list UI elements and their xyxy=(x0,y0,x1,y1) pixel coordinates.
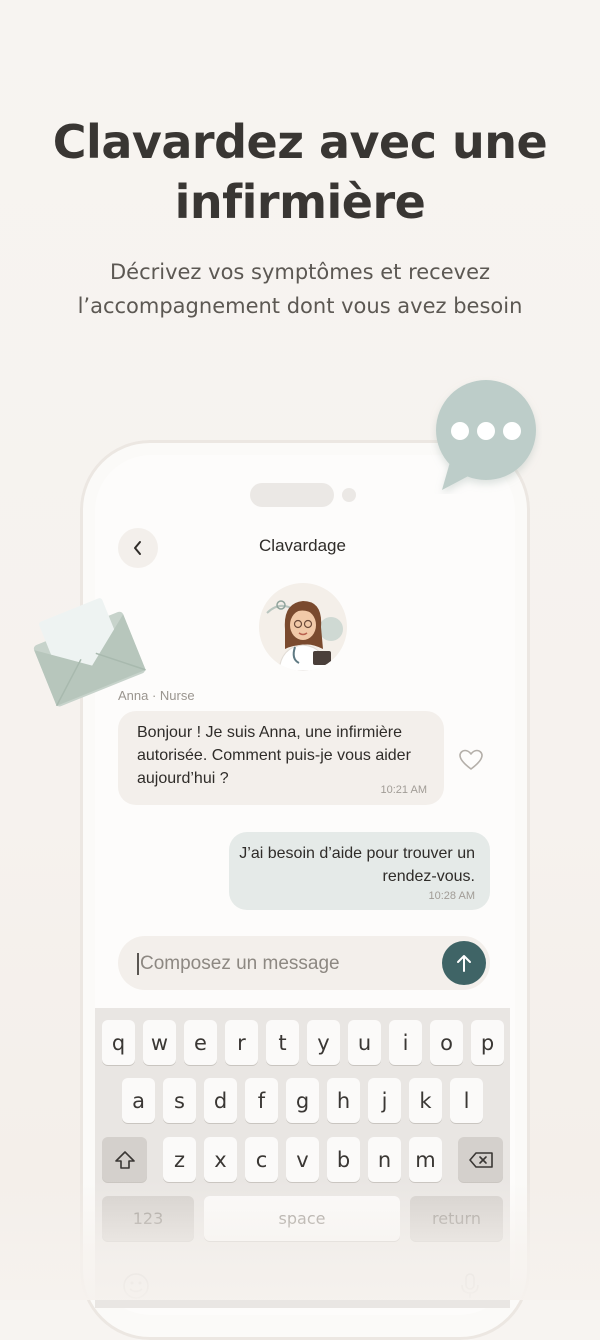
dynamic-island xyxy=(250,483,334,507)
backspace-key[interactable] xyxy=(458,1137,503,1182)
numbers-key[interactable]: 123 xyxy=(102,1196,194,1241)
headline-line-2: infirmière xyxy=(174,175,426,229)
key-c[interactable]: c xyxy=(245,1137,278,1182)
key-y[interactable]: y xyxy=(307,1020,340,1065)
key-j[interactable]: j xyxy=(368,1078,401,1123)
key-r[interactable]: r xyxy=(225,1020,258,1065)
key-x[interactable]: x xyxy=(204,1137,237,1182)
key-d[interactable]: d xyxy=(204,1078,237,1123)
incoming-message: Bonjour ! Je suis Anna, une infirmière a… xyxy=(118,711,444,805)
return-key[interactable]: return xyxy=(410,1196,503,1241)
message-composer xyxy=(118,936,490,990)
subheadline-line-1: Décrivez vos symptômes et recevez xyxy=(109,260,491,284)
keyboard: q w e r t y u i o p a s d f g h j k l z … xyxy=(95,1008,510,1308)
incoming-message-time: 10:21 AM xyxy=(380,784,427,796)
outgoing-message-time: 10:28 AM xyxy=(428,890,475,902)
key-t[interactable]: t xyxy=(266,1020,299,1065)
key-w[interactable]: w xyxy=(143,1020,176,1065)
nurse-avatar xyxy=(259,583,347,671)
like-button[interactable] xyxy=(458,748,484,772)
chat-title: Clavardage xyxy=(259,536,346,555)
outgoing-message-text: J’ai besoin d’aide pour trouver un rende… xyxy=(239,845,475,885)
envelope-decoration-icon xyxy=(33,598,146,707)
chevron-left-icon xyxy=(134,541,141,555)
shift-icon xyxy=(114,1150,135,1169)
key-o[interactable]: o xyxy=(430,1020,463,1065)
message-input[interactable] xyxy=(138,948,442,980)
key-m[interactable]: m xyxy=(409,1137,442,1182)
headline-line-1: Clavardez avec une xyxy=(52,115,548,169)
space-key[interactable]: space xyxy=(204,1196,400,1241)
key-a[interactable]: a xyxy=(122,1078,155,1123)
incoming-message-text: Bonjour ! Je suis Anna, une infirmière a… xyxy=(137,724,411,787)
backspace-icon xyxy=(468,1151,493,1168)
camera-dot xyxy=(342,488,356,502)
arrow-up-icon xyxy=(457,955,471,972)
heart-icon xyxy=(459,749,483,770)
outgoing-message: J’ai besoin d’aide pour trouver un rende… xyxy=(229,832,490,910)
subheadline: Décrivez vos symptômes et recevez l’acco… xyxy=(0,255,600,323)
key-g[interactable]: g xyxy=(286,1078,319,1123)
microphone-icon[interactable] xyxy=(460,1272,480,1300)
subheadline-line-2: l’accompagnement dont vous avez besoin xyxy=(77,294,523,318)
key-i[interactable]: i xyxy=(389,1020,422,1065)
key-k[interactable]: k xyxy=(409,1078,442,1123)
key-h[interactable]: h xyxy=(327,1078,360,1123)
key-l[interactable]: l xyxy=(450,1078,483,1123)
key-u[interactable]: u xyxy=(348,1020,381,1065)
key-q[interactable]: q xyxy=(102,1020,135,1065)
key-v[interactable]: v xyxy=(286,1137,319,1182)
key-f[interactable]: f xyxy=(245,1078,278,1123)
speech-bubble-decoration-icon xyxy=(436,380,536,490)
nurse-illustration xyxy=(259,583,347,671)
emoji-icon[interactable] xyxy=(122,1272,150,1300)
key-s[interactable]: s xyxy=(163,1078,196,1123)
key-b[interactable]: b xyxy=(327,1137,360,1182)
key-e[interactable]: e xyxy=(184,1020,217,1065)
headline: Clavardez avec une infirmière xyxy=(0,112,600,232)
key-p[interactable]: p xyxy=(471,1020,504,1065)
send-button[interactable] xyxy=(442,941,486,985)
key-n[interactable]: n xyxy=(368,1137,401,1182)
key-z[interactable]: z xyxy=(163,1137,196,1182)
shift-key[interactable] xyxy=(102,1137,147,1182)
back-button[interactable] xyxy=(118,528,158,568)
